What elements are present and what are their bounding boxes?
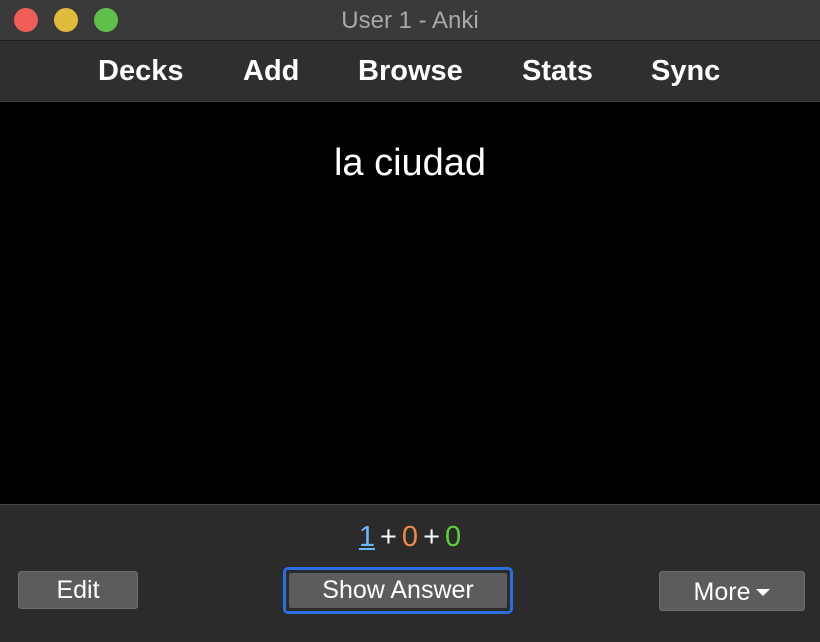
due-counts: 1 +0 +0: [0, 521, 820, 554]
window-title: User 1 - Anki: [341, 7, 479, 34]
nav-add-link[interactable]: Add: [243, 41, 299, 101]
review-count: 0: [445, 521, 462, 553]
more-button[interactable]: More: [659, 571, 805, 611]
new-count: 1: [358, 521, 375, 553]
nav-sync-link[interactable]: Sync: [651, 41, 720, 101]
count-separator: +: [423, 521, 440, 553]
edit-button[interactable]: Edit: [18, 571, 138, 609]
count-separator: +: [379, 521, 397, 553]
caret-down-icon: [756, 588, 771, 596]
title-bar: User 1 - Anki: [0, 0, 820, 41]
card-display: la ciudad: [0, 102, 820, 504]
show-answer-button[interactable]: Show Answer: [283, 567, 513, 614]
main-toolbar: Decks Add Browse Stats Sync: [0, 41, 820, 102]
nav-stats-link[interactable]: Stats: [522, 41, 593, 101]
learning-count: 0: [401, 521, 419, 553]
review-bottom-bar: 1 +0 +0 Edit Show Answer More: [0, 504, 820, 642]
card-front-text: la ciudad: [333, 142, 487, 184]
show-answer-label: Show Answer: [289, 573, 507, 608]
more-label: More: [693, 578, 751, 606]
nav-decks-link[interactable]: Decks: [98, 41, 183, 101]
anki-window: User 1 - Anki Decks Add Browse Stats Syn…: [0, 0, 820, 642]
nav-browse-link[interactable]: Browse: [358, 41, 463, 101]
